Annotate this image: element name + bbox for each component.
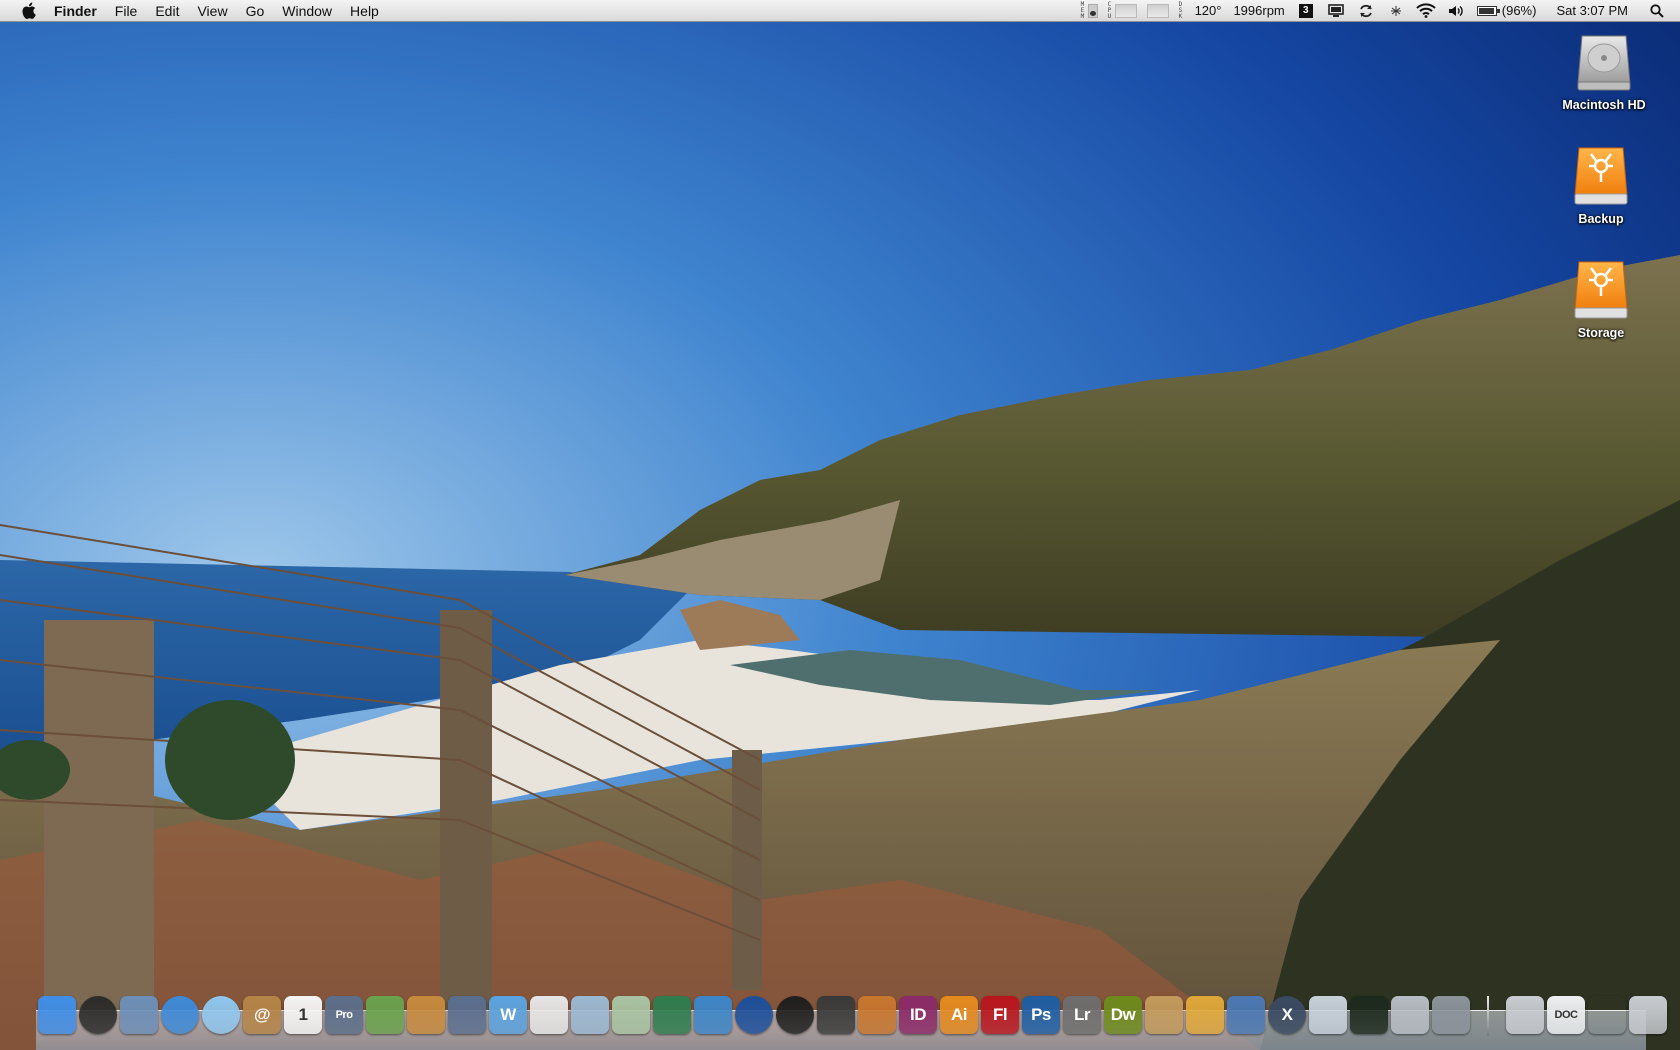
- dock-item-label: Lr: [1074, 1005, 1091, 1024]
- address-book-icon[interactable]: @: [243, 996, 281, 1034]
- flash-icon[interactable]: Fl: [981, 996, 1019, 1034]
- photoshop-icon[interactable]: Ps: [1022, 996, 1060, 1034]
- dock: @1 Pro W ID Ai Fl Ps Lr Dw X DOC: [38, 996, 1667, 1040]
- network-app-icon[interactable]: [694, 996, 732, 1034]
- dock-divider: [1487, 996, 1489, 1036]
- desktop-wallpaper: [0, 0, 1680, 1050]
- dock-item-label: Pro: [335, 1009, 353, 1021]
- menu-bar-left: Finder File Edit View Go Window Help: [0, 0, 388, 22]
- dock-item-label: X: [1281, 1005, 1293, 1024]
- firewire-drive-icon: [1574, 147, 1628, 205]
- dock-item-label: DOC: [1554, 1009, 1578, 1021]
- dreamweaver-icon[interactable]: Dw: [1104, 996, 1142, 1034]
- internal-hard-drive-icon: [1577, 35, 1631, 91]
- memory-meter-label-icon: MEM: [1080, 0, 1085, 20]
- cpu-meter-icon[interactable]: CPU: [1103, 0, 1142, 20]
- desktop-icon-macintosh-hd[interactable]: Macintosh HD: [1549, 30, 1659, 112]
- desktop-icon-label: Backup: [1578, 212, 1624, 226]
- dock-item-label: W: [500, 1005, 516, 1024]
- dock-item-label: @: [253, 1005, 271, 1024]
- final-cut-pro-icon[interactable]: Pro: [325, 996, 363, 1034]
- mail-icon[interactable]: [120, 996, 158, 1034]
- downloads-stack-icon[interactable]: [1588, 996, 1626, 1034]
- itunes-icon[interactable]: [202, 996, 240, 1034]
- photo-viewer-icon[interactable]: [1145, 996, 1183, 1034]
- system-preferences-icon[interactable]: [1432, 996, 1470, 1034]
- network-meter-icon[interactable]: [1142, 3, 1174, 18]
- remote-desktop-icon[interactable]: [1227, 996, 1265, 1034]
- memory-pie-icon: [1087, 3, 1098, 18]
- disk-meter-icon[interactable]: DSK: [1174, 0, 1189, 20]
- spotlight-icon[interactable]: [1642, 0, 1672, 22]
- apple-logo-icon: [21, 2, 36, 19]
- desktop-icon-label: Storage: [1577, 326, 1625, 340]
- menu-app-finder[interactable]: Finder: [50, 0, 106, 22]
- menu-help[interactable]: Help: [341, 0, 388, 22]
- volume-icon[interactable]: [1441, 0, 1471, 22]
- preview-icon[interactable]: [571, 996, 609, 1034]
- script-editor-icon[interactable]: [448, 996, 486, 1034]
- safari-icon[interactable]: [161, 996, 199, 1034]
- bluetooth-icon[interactable]: [1381, 0, 1411, 22]
- trash-icon[interactable]: [1629, 996, 1667, 1034]
- fan-speed-readout[interactable]: 1996rpm: [1227, 0, 1290, 22]
- activity-monitor-icon[interactable]: [1350, 996, 1388, 1034]
- system-monitor-icon[interactable]: [817, 996, 855, 1034]
- memory-meter-icon[interactable]: MEM: [1076, 0, 1103, 20]
- iphoto-icon[interactable]: [858, 996, 896, 1034]
- dock-item-label: Ps: [1031, 1005, 1051, 1024]
- menu-edit[interactable]: Edit: [146, 0, 188, 22]
- system-profiler-icon[interactable]: [1309, 996, 1347, 1034]
- disk-meter-label-icon: DSK: [1178, 0, 1183, 20]
- menu-window[interactable]: Window: [273, 0, 341, 22]
- dock-item-label: Ai: [951, 1005, 968, 1024]
- network-graph-icon: [1146, 3, 1169, 18]
- maps-app-icon[interactable]: [366, 996, 404, 1034]
- mac-os-x-icon[interactable]: X: [1268, 996, 1306, 1034]
- spaces-icon[interactable]: 3: [1291, 0, 1321, 22]
- desktop-icon-backup[interactable]: Backup: [1546, 144, 1656, 226]
- google-earth-icon[interactable]: [735, 996, 773, 1034]
- disk-utility-icon[interactable]: [1391, 996, 1429, 1034]
- dock-item-label: 1: [298, 1005, 308, 1024]
- lightroom-icon[interactable]: Lr: [1063, 996, 1101, 1034]
- battery-percent: (96%): [1501, 3, 1537, 18]
- menu-clock[interactable]: Sat 3:07 PM: [1542, 0, 1642, 22]
- time-machine-icon[interactable]: [1351, 0, 1381, 22]
- cpu-graph-icon: [1114, 3, 1137, 18]
- menu-file[interactable]: File: [106, 0, 147, 22]
- indesign-icon[interactable]: ID: [899, 996, 937, 1034]
- installer-icon[interactable]: [612, 996, 650, 1034]
- ical-icon[interactable]: 1: [284, 996, 322, 1034]
- wifi-icon[interactable]: [1411, 0, 1441, 22]
- shield-app-icon[interactable]: [653, 996, 691, 1034]
- battery-icon: [1476, 5, 1500, 16]
- menu-bar-status: MEM CPU DSK 120° 1996rpm 3 (96%) Sat 3:0…: [1076, 0, 1680, 22]
- temperature-readout[interactable]: 120°: [1189, 0, 1228, 22]
- desktop-icon-storage[interactable]: Storage: [1546, 258, 1656, 340]
- dock-item-label: Dw: [1110, 1005, 1136, 1024]
- battery-status[interactable]: (96%): [1471, 3, 1543, 18]
- cpu-meter-label-icon: CPU: [1107, 0, 1112, 20]
- transmit-icon[interactable]: [1186, 996, 1224, 1034]
- pages-icon[interactable]: W: [489, 996, 527, 1034]
- apple-icon[interactable]: [18, 0, 38, 22]
- dock-item-label: ID: [910, 1005, 927, 1024]
- textedit-icon[interactable]: [530, 996, 568, 1034]
- applications-stack-icon[interactable]: [1506, 996, 1544, 1034]
- menu-view[interactable]: View: [188, 0, 236, 22]
- menu-bar: Finder File Edit View Go Window Help MEM…: [0, 0, 1680, 22]
- dashboard-icon[interactable]: [79, 996, 117, 1034]
- finder-icon[interactable]: [38, 996, 76, 1034]
- firewire-drive-icon: [1574, 261, 1628, 319]
- display-mirroring-icon[interactable]: [1321, 0, 1351, 22]
- desktop-icon-label: Macintosh HD: [1562, 98, 1646, 112]
- documents-stack-icon[interactable]: DOC: [1547, 996, 1585, 1034]
- illustrator-icon[interactable]: Ai: [940, 996, 978, 1034]
- notes-app-icon[interactable]: [407, 996, 445, 1034]
- aperture-icon[interactable]: [776, 996, 814, 1034]
- dock-item-label: Fl: [992, 1005, 1008, 1024]
- menu-go[interactable]: Go: [237, 0, 274, 22]
